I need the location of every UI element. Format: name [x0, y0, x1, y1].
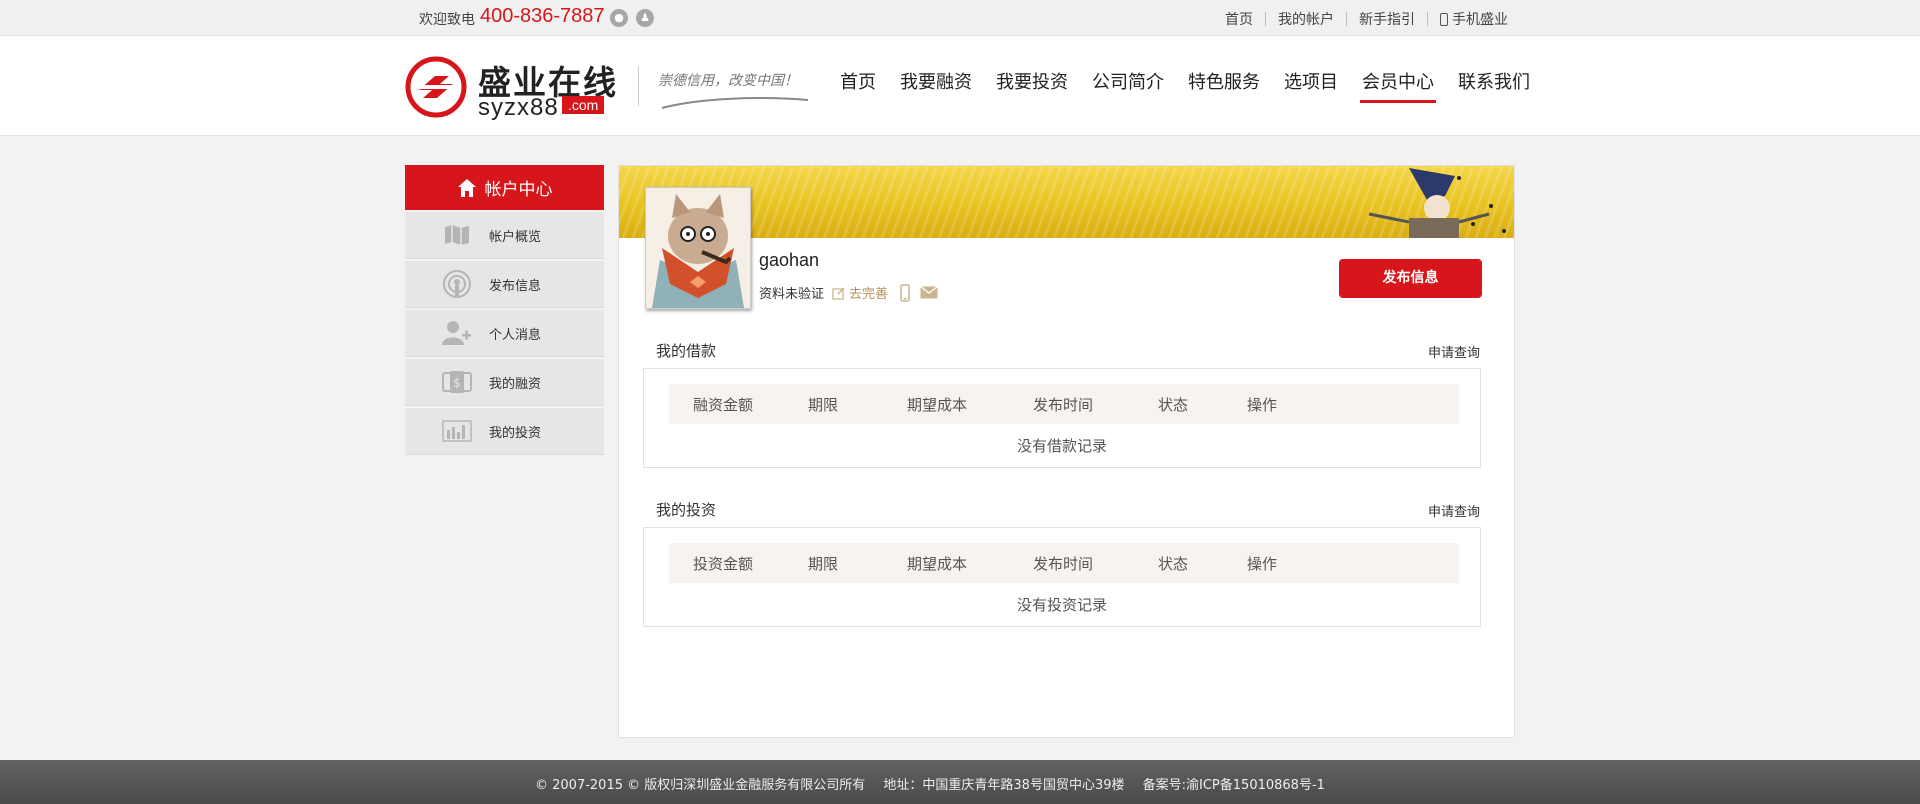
hotline-number: 400-836-7887 — [480, 5, 605, 27]
top-bar: 欢迎致电 400-836-7887 ● ♟ 首页 我的帐户 新手指引 手机盛业 — [0, 0, 1920, 36]
sidebar-item-financing[interactable]: $ 我的融资 — [405, 359, 604, 406]
sidebar-item-label: 发布信息 — [489, 278, 542, 294]
account-sidebar: 帐户中心 帐户概览 发布信息 个人消息 $ 我的融资 我的投资 — [405, 165, 604, 455]
nav-contact[interactable]: 联系我们 — [1458, 68, 1530, 103]
brand-domain: .com — [562, 96, 605, 114]
add-user-icon — [441, 319, 473, 347]
column-header: 期望成本 — [907, 554, 968, 573]
footer-icp[interactable]: 备案号:渝ICP备15010868号-1 — [1143, 778, 1325, 793]
column-header: 发布时间 — [1033, 395, 1094, 414]
logo-icon[interactable] — [405, 56, 467, 118]
loans-table-header: 融资金额 期限 期望成本 发布时间 状态 操作 — [669, 384, 1459, 424]
nav-financing[interactable]: 我要融资 — [900, 68, 972, 103]
email-verify-icon[interactable] — [920, 286, 938, 299]
top-link-my-account[interactable]: 我的帐户 — [1266, 9, 1346, 29]
column-header: 期限 — [808, 554, 839, 573]
column-header: 状态 — [1158, 395, 1189, 414]
wechat-icon[interactable]: ● — [610, 9, 628, 27]
top-link-mobile[interactable]: 手机盛业 — [1428, 9, 1508, 29]
column-header: 融资金额 — [693, 395, 754, 414]
divider — [638, 66, 639, 106]
column-header: 期望成本 — [907, 395, 968, 414]
brand-latin: syzx88 — [478, 94, 559, 121]
cat-avatar-icon — [646, 188, 750, 308]
main-nav: 首页 我要融资 我要投资 公司简介 特色服务 选项目 会员中心 联系我们 — [840, 68, 1530, 103]
verification-status: 资料未验证 去完善 — [759, 283, 938, 302]
sidebar-item-label: 帐户概览 — [489, 229, 542, 245]
column-header: 投资金额 — [693, 554, 754, 573]
account-panel: gaohan 资料未验证 去完善 发布信息 我的借款 申请查询 融资金额 期限 … — [618, 165, 1515, 738]
column-header: 状态 — [1158, 554, 1189, 573]
svg-text:$: $ — [453, 376, 461, 390]
publish-info-button[interactable]: 发布信息 — [1339, 259, 1482, 298]
verify-status-text: 资料未验证 — [759, 287, 825, 302]
sidebar-item-messages[interactable]: 个人消息 — [405, 310, 604, 357]
profile-banner — [619, 166, 1514, 238]
nav-services[interactable]: 特色服务 — [1188, 68, 1260, 103]
footer-text: © 2007-2015 © 版权归深圳盛业金融服务有限公司所有 地址：中国重庆青… — [535, 774, 1339, 793]
home-icon — [457, 178, 476, 197]
complete-profile-link[interactable]: 去完善 — [832, 283, 888, 302]
investments-section-title: 我的投资 — [656, 501, 717, 519]
welcome-text: 欢迎致电 — [419, 12, 475, 28]
mobile-icon — [1440, 13, 1448, 26]
loans-table: 融资金额 期限 期望成本 发布时间 状态 操作 没有借款记录 — [643, 368, 1481, 468]
site-footer: © 2007-2015 © 版权归深圳盛业金融服务有限公司所有 地址：中国重庆青… — [0, 760, 1920, 804]
nav-home[interactable]: 首页 — [840, 68, 876, 103]
sidebar-item-overview[interactable]: 帐户概览 — [405, 212, 604, 259]
podcast-icon — [441, 270, 473, 298]
edit-icon — [832, 286, 845, 300]
sidebar-item-investments[interactable]: 我的投资 — [405, 408, 604, 455]
qq-icon[interactable]: ♟ — [636, 9, 654, 27]
sidebar-header: 帐户中心 — [405, 165, 604, 210]
nav-member-center[interactable]: 会员中心 — [1360, 68, 1436, 103]
investments-empty-message: 没有投资记录 — [1016, 596, 1107, 614]
loans-empty-message: 没有借款记录 — [1016, 437, 1107, 455]
column-header: 操作 — [1247, 395, 1278, 414]
map-icon — [441, 221, 473, 249]
money-icon: $ — [441, 368, 473, 396]
scarecrow-illustration-icon — [1368, 168, 1506, 238]
loans-section-title: 我的借款 — [656, 342, 717, 360]
slogan-swash-icon — [661, 97, 809, 109]
column-header: 期限 — [808, 395, 839, 414]
top-links: 首页 我的帐户 新手指引 手机盛业 — [1213, 9, 1508, 29]
loans-query-link[interactable]: 申请查询 — [1428, 342, 1480, 361]
investments-query-link[interactable]: 申请查询 — [1428, 501, 1480, 520]
nav-about[interactable]: 公司简介 — [1092, 68, 1164, 103]
slogan: 崇德信用，改变中国！ — [658, 73, 798, 89]
sidebar-item-label: 我的投资 — [489, 425, 542, 441]
column-header: 操作 — [1247, 554, 1278, 573]
site-header: 盛业在线 syzx88 .com 崇德信用，改变中国！ 首页 我要融资 我要投资… — [0, 36, 1920, 136]
avatar[interactable] — [645, 187, 751, 309]
top-link-home[interactable]: 首页 — [1213, 9, 1265, 29]
column-header: 发布时间 — [1033, 554, 1094, 573]
investments-table: 投资金额 期限 期望成本 发布时间 状态 操作 没有投资记录 — [643, 527, 1481, 627]
sidebar-item-label: 个人消息 — [489, 327, 542, 343]
footer-copyright: © 2007-2015 © 版权归深圳盛业金融服务有限公司所有 — [535, 778, 866, 793]
username: gaohan — [759, 250, 820, 270]
nav-projects[interactable]: 选项目 — [1284, 68, 1338, 103]
footer-address: 地址：中国重庆青年路38号国贸中心39楼 — [883, 778, 1125, 793]
top-link-mobile-label: 手机盛业 — [1452, 12, 1508, 28]
phone-verify-icon[interactable] — [900, 283, 910, 302]
sidebar-item-label: 我的融资 — [489, 376, 542, 392]
investments-table-header: 投资金额 期限 期望成本 发布时间 状态 操作 — [669, 543, 1459, 583]
complete-profile-label: 去完善 — [849, 287, 889, 302]
bar-chart-icon — [441, 417, 473, 445]
nav-invest[interactable]: 我要投资 — [996, 68, 1068, 103]
top-link-guide[interactable]: 新手指引 — [1347, 9, 1427, 29]
sidebar-title: 帐户中心 — [484, 180, 553, 200]
sidebar-item-publish[interactable]: 发布信息 — [405, 261, 604, 308]
